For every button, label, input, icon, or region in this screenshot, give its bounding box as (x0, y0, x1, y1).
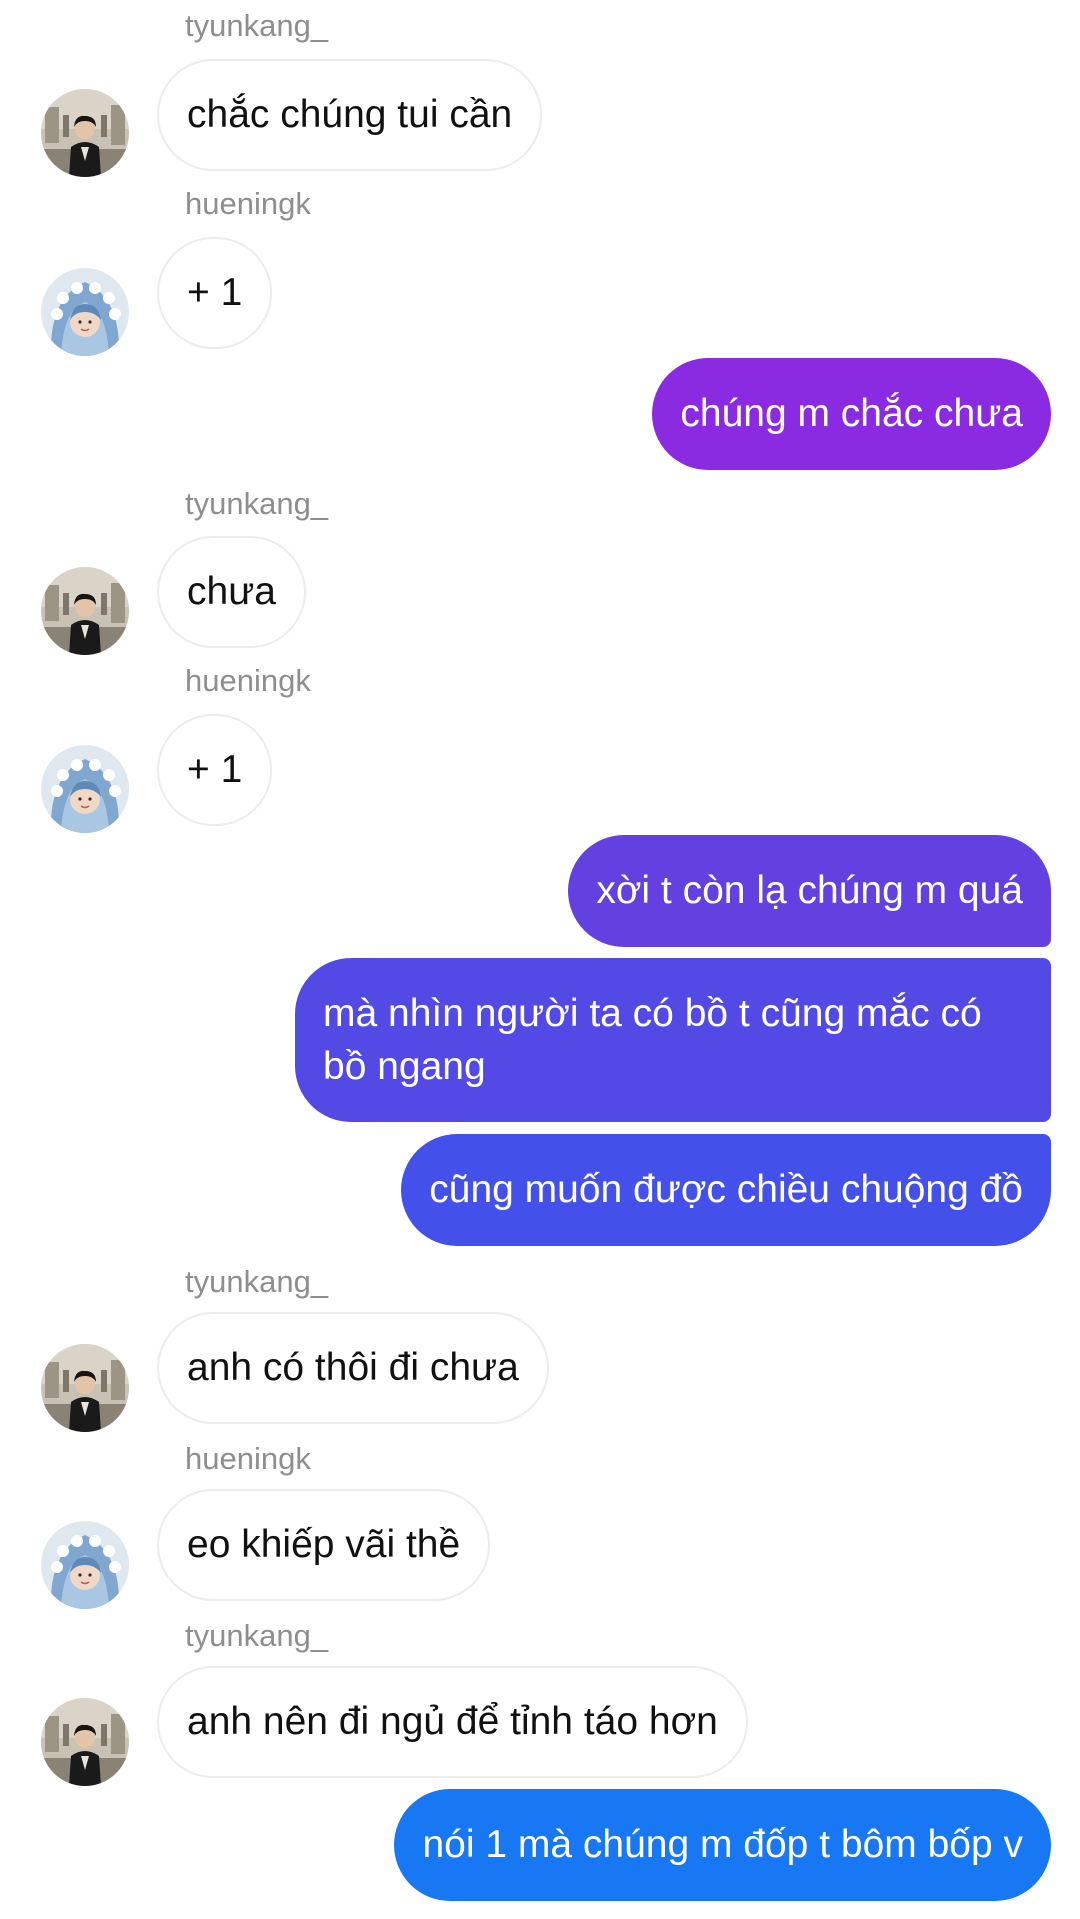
avatar-hueningk-icon[interactable] (41, 745, 129, 833)
avatar-tyunkang-icon[interactable] (41, 1698, 129, 1786)
sender-name: hueningk (185, 186, 311, 221)
sender-name: tyunkang_ (185, 486, 329, 521)
avatar-hueningk-icon[interactable] (41, 1521, 129, 1609)
sender-name: tyunkang_ (185, 1618, 329, 1653)
incoming-message-bubble[interactable]: eo khiếp vãi thề (157, 1489, 491, 1601)
incoming-message-bubble[interactable]: chưa (157, 536, 306, 648)
sender-name: tyunkang_ (185, 1264, 329, 1299)
incoming-message-bubble[interactable]: chắc chúng tui cần (157, 59, 543, 171)
sender-name: hueningk (185, 1441, 311, 1476)
incoming-message-bubble[interactable]: anh có thôi đi chưa (157, 1312, 549, 1424)
avatar-tyunkang-icon[interactable] (41, 567, 129, 655)
incoming-message-bubble[interactable]: + 1 (157, 237, 273, 349)
outgoing-message-bubble[interactable]: cũng muốn được chiều chuộng đồ (401, 1134, 1051, 1246)
avatar-tyunkang-icon[interactable] (41, 1344, 129, 1432)
avatar-tyunkang-icon[interactable] (41, 89, 129, 177)
outgoing-message-bubble[interactable]: chúng m chắc chưa (652, 358, 1051, 470)
outgoing-message-bubble[interactable]: xời t còn lạ chúng m quá (568, 835, 1051, 947)
outgoing-message-bubble[interactable]: nói 1 mà chúng m đốp t bôm bốp v (394, 1789, 1051, 1901)
avatar-hueningk-icon[interactable] (41, 268, 129, 356)
sender-name: tyunkang_ (185, 8, 329, 43)
incoming-message-bubble[interactable]: anh nên đi ngủ để tỉnh táo hơn (157, 1666, 748, 1778)
sender-name: hueningk (185, 663, 311, 698)
outgoing-message-bubble[interactable]: mà nhìn người ta có bồ t cũng mắc có bồ … (295, 958, 1051, 1122)
incoming-message-bubble[interactable]: + 1 (157, 714, 273, 826)
